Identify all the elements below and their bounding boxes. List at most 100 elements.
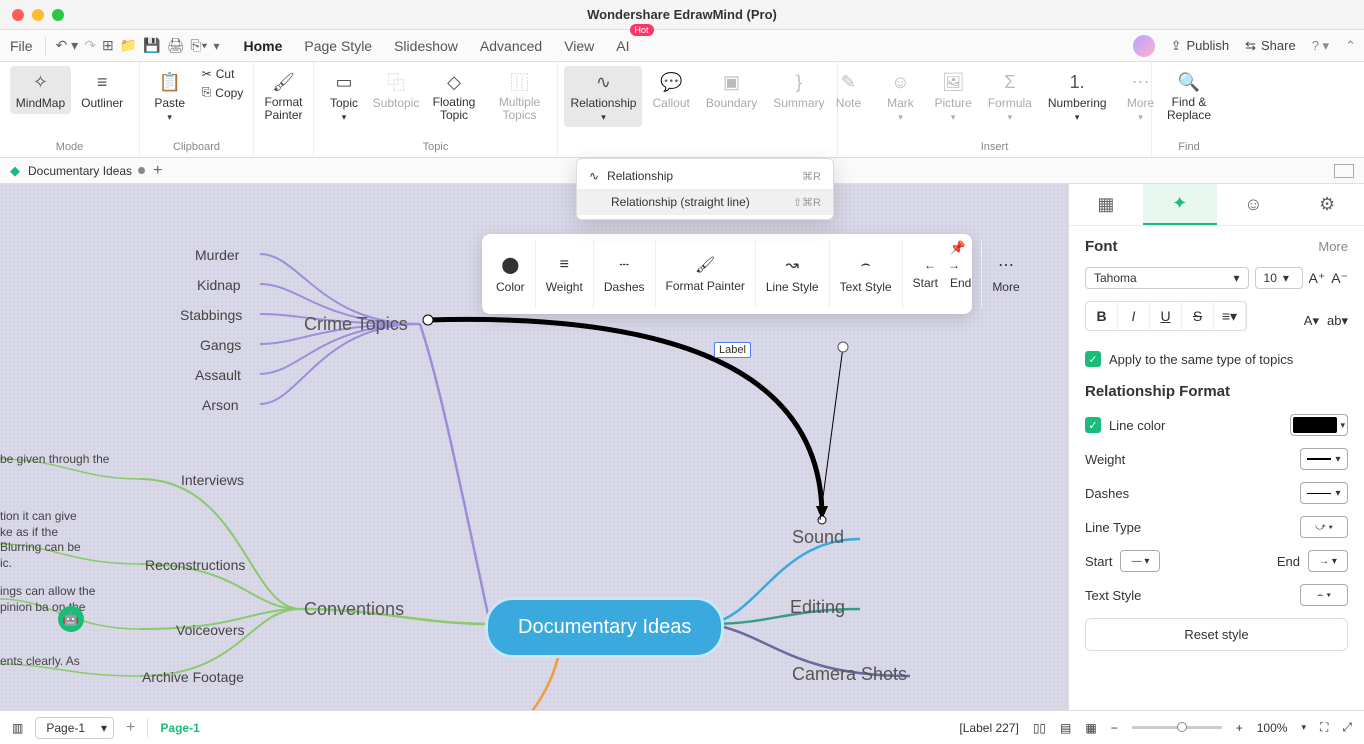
close-window-icon[interactable] (12, 9, 24, 21)
doc-tab[interactable]: Documentary Ideas (28, 164, 145, 178)
add-page-button[interactable]: + (126, 719, 135, 737)
subtopic-stabbings[interactable]: Stabbings (180, 307, 242, 323)
font-size-select[interactable]: 10▾ (1255, 267, 1303, 289)
relationship-menu-item[interactable]: ∿Relationship ⌘R (577, 163, 833, 189)
panel-tab-settings[interactable]: ⚙ (1290, 184, 1364, 225)
floating-topic-button[interactable]: ◇Floating Topic (424, 66, 484, 126)
subtopic-arson[interactable]: Arson (202, 397, 239, 413)
apply-same-checkbox[interactable]: ✓ (1085, 351, 1101, 367)
ctx-text-style[interactable]: ⌢Text Style (830, 240, 903, 308)
line-type-select[interactable]: ⤻ ▾ (1300, 516, 1348, 538)
maximize-window-icon[interactable] (52, 9, 64, 21)
font-color-button[interactable]: A▾ (1304, 313, 1319, 329)
mindmap-button[interactable]: ✧MindMap (10, 66, 71, 114)
format-painter-button[interactable]: 🖌Format Painter (259, 66, 309, 126)
topic-crime[interactable]: Crime Topics (304, 314, 408, 335)
more-qat-icon[interactable]: ▾ (213, 39, 219, 53)
tab-home[interactable]: Home (241, 34, 284, 58)
paste-button[interactable]: 📋Paste▾ (146, 66, 194, 127)
new-icon[interactable]: ⊞ (102, 37, 114, 54)
file-menu[interactable]: File (8, 34, 35, 58)
text-style-select[interactable]: ⌢ ▾ (1300, 584, 1348, 606)
arrow-right-icon[interactable]: → (948, 258, 960, 272)
ai-chat-button[interactable]: 🤖 (58, 606, 84, 632)
font-shrink-icon[interactable]: A⁻ (1331, 270, 1348, 287)
subtopic-interviews[interactable]: Interviews (181, 472, 244, 488)
copy-button[interactable]: ⎘Copy (198, 84, 248, 101)
ctx-color[interactable]: ⬤Color (486, 240, 536, 308)
dashes-select[interactable]: ▾ (1300, 482, 1348, 504)
tab-slideshow[interactable]: Slideshow (392, 34, 460, 58)
collapse-ribbon-icon[interactable]: ⌃ (1345, 38, 1356, 54)
topic-camera[interactable]: Camera Shots (792, 664, 907, 685)
end-arrow-select[interactable]: → ▾ (1308, 550, 1348, 572)
open-icon[interactable]: 📁 (120, 37, 137, 54)
central-topic[interactable]: Documentary Ideas (485, 597, 724, 658)
ctx-start[interactable]: Start (913, 276, 938, 290)
save-icon[interactable]: 💾 (143, 37, 160, 54)
find-replace-button[interactable]: 🔍Find & Replace (1158, 66, 1220, 126)
zoom-in-button[interactable]: + (1236, 721, 1243, 735)
publish-button[interactable]: ⇪ Publish (1171, 38, 1230, 54)
italic-button[interactable]: I (1118, 302, 1150, 330)
print-icon[interactable]: 🖨 (167, 37, 185, 54)
fullscreen-icon[interactable]: ⤢ (1342, 720, 1352, 735)
minimize-window-icon[interactable] (32, 9, 44, 21)
ctx-line-style[interactable]: ↝Line Style (756, 240, 830, 308)
underline-button[interactable]: U (1150, 302, 1182, 330)
font-grow-icon[interactable]: A⁺ (1309, 270, 1326, 287)
align-button[interactable]: ≡▾ (1214, 302, 1246, 330)
panel-tab-mark[interactable]: ☺ (1217, 184, 1291, 225)
page-tab[interactable]: Page-1 (160, 721, 199, 735)
help-icon[interactable]: ? ▾ (1312, 38, 1329, 54)
ctx-dashes[interactable]: ┄Dashes (594, 240, 656, 308)
subtopic-assault[interactable]: Assault (195, 367, 241, 383)
tab-view[interactable]: View (562, 34, 596, 58)
panel-tab-layout[interactable]: ▦ (1069, 184, 1143, 225)
subtopic-archive[interactable]: Archive Footage (142, 669, 244, 685)
topic-sound[interactable]: Sound (792, 527, 844, 548)
weight-select[interactable]: ▾ (1300, 448, 1348, 470)
ctx-format-painter[interactable]: 🖌Format Painter (656, 240, 756, 308)
subtopic-gangs[interactable]: Gangs (200, 337, 241, 353)
zoom-out-button[interactable]: − (1111, 721, 1118, 735)
topic-button[interactable]: ▭Topic▾ (320, 66, 368, 127)
line-color-swatch[interactable]: ▾ (1290, 414, 1348, 436)
ctx-end[interactable]: End (950, 276, 971, 290)
relationship-button[interactable]: ∿Relationship▾ (564, 66, 642, 127)
view-icon-1[interactable]: ▯▯ (1033, 721, 1046, 735)
share-button[interactable]: ⇆ Share (1245, 38, 1296, 54)
view-icon-2[interactable]: ▤ (1060, 721, 1071, 735)
relationship-label[interactable]: Label (714, 342, 751, 358)
tab-ai[interactable]: AI Hot (614, 34, 631, 58)
relationship-straight-menu-item[interactable]: Relationship (straight line) ⇧⌘R (577, 189, 833, 215)
font-family-select[interactable]: Tahoma▾ (1085, 267, 1249, 289)
avatar[interactable] (1133, 35, 1155, 57)
start-arrow-select[interactable]: — ▾ (1120, 550, 1160, 572)
ctx-weight[interactable]: ≡Weight (536, 240, 594, 308)
subtopic-murder[interactable]: Murder (195, 247, 239, 263)
export-icon[interactable]: ⎘▾ (190, 37, 207, 54)
view-icon-3[interactable]: ▦ (1085, 721, 1096, 735)
panel-toggle-icon[interactable] (1334, 164, 1354, 178)
topic-editing[interactable]: Editing (790, 597, 845, 618)
pages-icon[interactable]: ▥ (12, 721, 23, 735)
panel-tab-style[interactable]: ✦ (1143, 184, 1217, 225)
outliner-button[interactable]: ≡Outliner (75, 66, 129, 114)
undo-icon[interactable]: ↶ ▾ (56, 37, 79, 54)
text-case-button[interactable]: ab▾ (1327, 313, 1348, 329)
fit-screen-icon[interactable]: ⛶ (1320, 720, 1328, 735)
redo-icon[interactable]: ↷ (84, 37, 96, 54)
page-select[interactable]: Page-1▾ (35, 717, 114, 739)
cut-button[interactable]: ✂Cut (198, 66, 248, 82)
pin-icon[interactable]: 📌 (950, 240, 966, 256)
subtopic-voiceovers[interactable]: Voiceovers (176, 622, 244, 638)
line-color-checkbox[interactable]: ✓ (1085, 417, 1101, 433)
tab-advanced[interactable]: Advanced (478, 34, 544, 58)
subtopic-kidnap[interactable]: Kidnap (197, 277, 241, 293)
tab-page-style[interactable]: Page Style (302, 34, 374, 58)
subtopic-reconstructions[interactable]: Reconstructions (145, 557, 245, 573)
ctx-more[interactable]: ⋯More (982, 240, 1029, 308)
zoom-slider[interactable] (1132, 726, 1222, 729)
reset-style-button[interactable]: Reset style (1085, 618, 1348, 651)
